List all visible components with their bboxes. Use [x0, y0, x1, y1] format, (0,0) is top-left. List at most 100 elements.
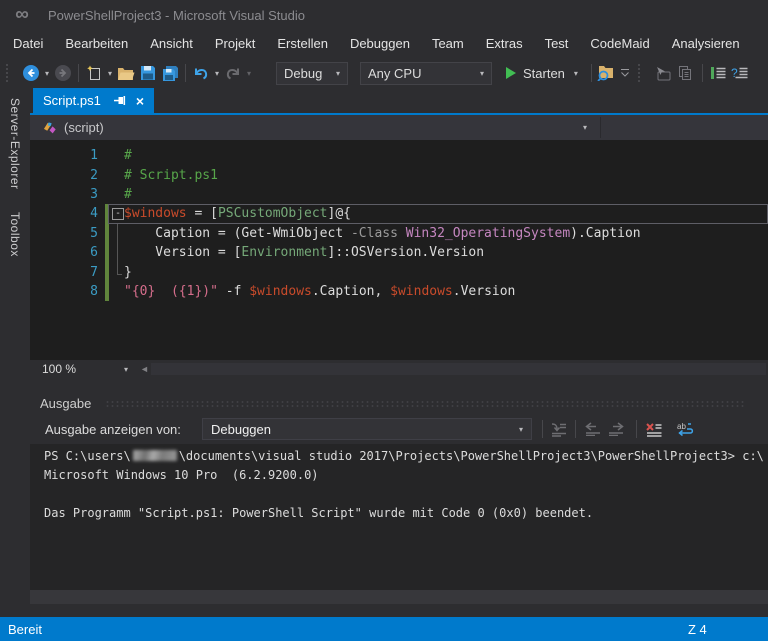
- menu-item-debuggen[interactable]: Debuggen: [339, 30, 421, 58]
- sidebar-tab-server-explorer[interactable]: Server-Explorer: [8, 98, 22, 190]
- token-comment: #: [124, 148, 132, 163]
- panel-drag-hatch[interactable]: [105, 400, 746, 409]
- toolbar-grip[interactable]: [6, 64, 16, 82]
- output-text-segment: \documents\visual studio 2017\Projects\P…: [179, 449, 764, 463]
- zoom-level-dropdown[interactable]: 100 % ▾: [38, 362, 132, 376]
- pin-icon[interactable]: [113, 95, 126, 106]
- scroll-left-button[interactable]: ◄: [140, 364, 149, 374]
- censored-username: [133, 450, 177, 461]
- menu-bar: DateiBearbeitenAnsichtProjektErstellenDe…: [0, 30, 768, 58]
- word-wrap-icon: ab: [676, 422, 695, 437]
- new-project-dropdown-caret[interactable]: ▾: [105, 69, 115, 78]
- menu-item-extras[interactable]: Extras: [475, 30, 534, 58]
- output-text-area[interactable]: PS C:\users\\documents\visual studio 201…: [30, 444, 768, 590]
- code-line-6[interactable]: 6 Version = [Environment]::OSVersion.Ver…: [30, 243, 768, 262]
- code-line-2[interactable]: 2# Script.ps1: [30, 165, 768, 184]
- undo-button[interactable]: [190, 62, 212, 84]
- toggle-word-wrap-button[interactable]: ab: [673, 418, 697, 440]
- solution-platform-dropdown[interactable]: Any CPU ▾: [360, 62, 492, 85]
- change-tracking-bar: [105, 243, 109, 262]
- chevron-down-icon: ▾: [519, 425, 523, 434]
- find-in-files-button[interactable]: [596, 62, 618, 84]
- previous-message-icon: [584, 422, 601, 436]
- pointer-select-button[interactable]: [652, 62, 674, 84]
- menu-item-team[interactable]: Team: [421, 30, 475, 58]
- token-variable: $windows: [124, 206, 187, 221]
- menu-item-projekt[interactable]: Projekt: [204, 30, 266, 58]
- scope-dropdown-value[interactable]: (script): [64, 120, 104, 135]
- tab-script-ps1[interactable]: Script.ps1 ×: [33, 88, 154, 113]
- token-plain: .Version: [453, 284, 516, 299]
- close-icon[interactable]: ×: [136, 94, 144, 108]
- menu-item-codemaid[interactable]: CodeMaid: [579, 30, 660, 58]
- open-file-button[interactable]: [115, 62, 137, 84]
- output-source-dropdown[interactable]: Debuggen ▾: [202, 418, 532, 440]
- change-tracking-bar: [105, 224, 109, 243]
- clear-all-output-button[interactable]: [641, 418, 665, 440]
- toolbar-overflow-button[interactable]: [618, 62, 632, 84]
- change-tracking-bar: [105, 262, 109, 281]
- document-well: Script.ps1 × (script) ▾ 1#2# Script.ps: [30, 88, 768, 617]
- token-type: PSCustomObject: [218, 206, 328, 221]
- find-in-files-icon: [597, 65, 616, 81]
- navigate-forward-button[interactable]: [52, 62, 74, 84]
- fold-margin[interactable]: -: [112, 204, 124, 223]
- navigate-backward-button[interactable]: [20, 62, 42, 84]
- token-plain: }: [124, 265, 132, 280]
- configuration-value: Debug: [284, 66, 322, 81]
- token-plain: ]::OSVersion.Version: [328, 245, 485, 260]
- code-line-3[interactable]: 3#: [30, 185, 768, 204]
- output-source-label: Ausgabe anzeigen von:: [45, 422, 181, 437]
- code-line-5[interactable]: 5 Caption = (Get-WmiObject -Class Win32_…: [30, 224, 768, 243]
- standard-toolbar: ▾ ▾: [0, 58, 768, 88]
- question-lines-button[interactable]: ?: [729, 62, 751, 84]
- output-horizontal-scrollbar[interactable]: [30, 590, 768, 604]
- token-string: "{0} ({1})": [124, 284, 218, 299]
- copy-document-button[interactable]: [674, 62, 696, 84]
- solution-configuration-dropdown[interactable]: Debug ▾: [276, 62, 348, 85]
- output-panel: Ausgabe Ausgabe anzeigen von: Debuggen ▾: [30, 392, 768, 604]
- menu-item-analysieren[interactable]: Analysieren: [661, 30, 751, 58]
- menu-item-test[interactable]: Test: [534, 30, 580, 58]
- token-param: -Class: [351, 226, 398, 241]
- output-line-4: Das Programm "Script.ps1: PowerShell Scr…: [44, 506, 768, 525]
- code-editor[interactable]: 1#2# Script.ps13#4-$windows = [PSCustomO…: [30, 140, 768, 360]
- navbar-divider: [600, 117, 601, 138]
- code-line-7[interactable]: 7}: [30, 262, 768, 281]
- menu-item-erstellen[interactable]: Erstellen: [266, 30, 339, 58]
- code-line-1[interactable]: 1#: [30, 146, 768, 165]
- scope-dropdown-caret[interactable]: ▾: [583, 123, 587, 132]
- code-text: #: [124, 187, 132, 202]
- window-title: PowerShellProject3 - Microsoft Visual St…: [48, 8, 305, 23]
- save-button[interactable]: [137, 62, 159, 84]
- green-lines-icon: [710, 66, 726, 80]
- indent-lines-button[interactable]: [707, 62, 729, 84]
- code-line-4[interactable]: 4-$windows = [PSCustomObject]@{: [30, 204, 768, 223]
- menu-item-datei[interactable]: Datei: [2, 30, 54, 58]
- collapse-minus-icon[interactable]: -: [112, 208, 124, 220]
- code-line-8[interactable]: 8"{0} ({1})" -f $windows.Caption, $windo…: [30, 282, 768, 301]
- save-all-icon: [162, 65, 179, 82]
- line-number: 5: [30, 226, 100, 241]
- save-all-button[interactable]: [159, 62, 181, 84]
- svg-text:ab: ab: [677, 422, 686, 431]
- copy-document-icon: [677, 65, 693, 81]
- redo-dropdown-caret[interactable]: ▾: [244, 69, 254, 78]
- new-project-button[interactable]: [83, 62, 105, 84]
- start-debugging-button[interactable]: Starten ▾: [506, 66, 581, 81]
- code-text: # Script.ps1: [124, 168, 218, 183]
- back-dropdown-caret[interactable]: ▾: [42, 69, 52, 78]
- sidebar-tab-toolbox[interactable]: Toolbox: [8, 212, 22, 257]
- previous-message-button[interactable]: [580, 418, 604, 440]
- output-panel-header[interactable]: Ausgabe: [30, 392, 768, 414]
- redo-button[interactable]: [222, 62, 244, 84]
- horizontal-scrollbar[interactable]: [151, 363, 766, 375]
- undo-dropdown-caret[interactable]: ▾: [212, 69, 222, 78]
- output-line-2: Microsoft Windows 10 Pro (6.2.9200.0): [44, 468, 768, 487]
- powershell-script-icon: [43, 120, 58, 135]
- goto-message-button[interactable]: [547, 418, 571, 440]
- next-message-button[interactable]: [604, 418, 628, 440]
- menu-item-bearbeiten[interactable]: Bearbeiten: [54, 30, 139, 58]
- menu-item-ansicht[interactable]: Ansicht: [139, 30, 204, 58]
- next-message-icon: [608, 422, 625, 436]
